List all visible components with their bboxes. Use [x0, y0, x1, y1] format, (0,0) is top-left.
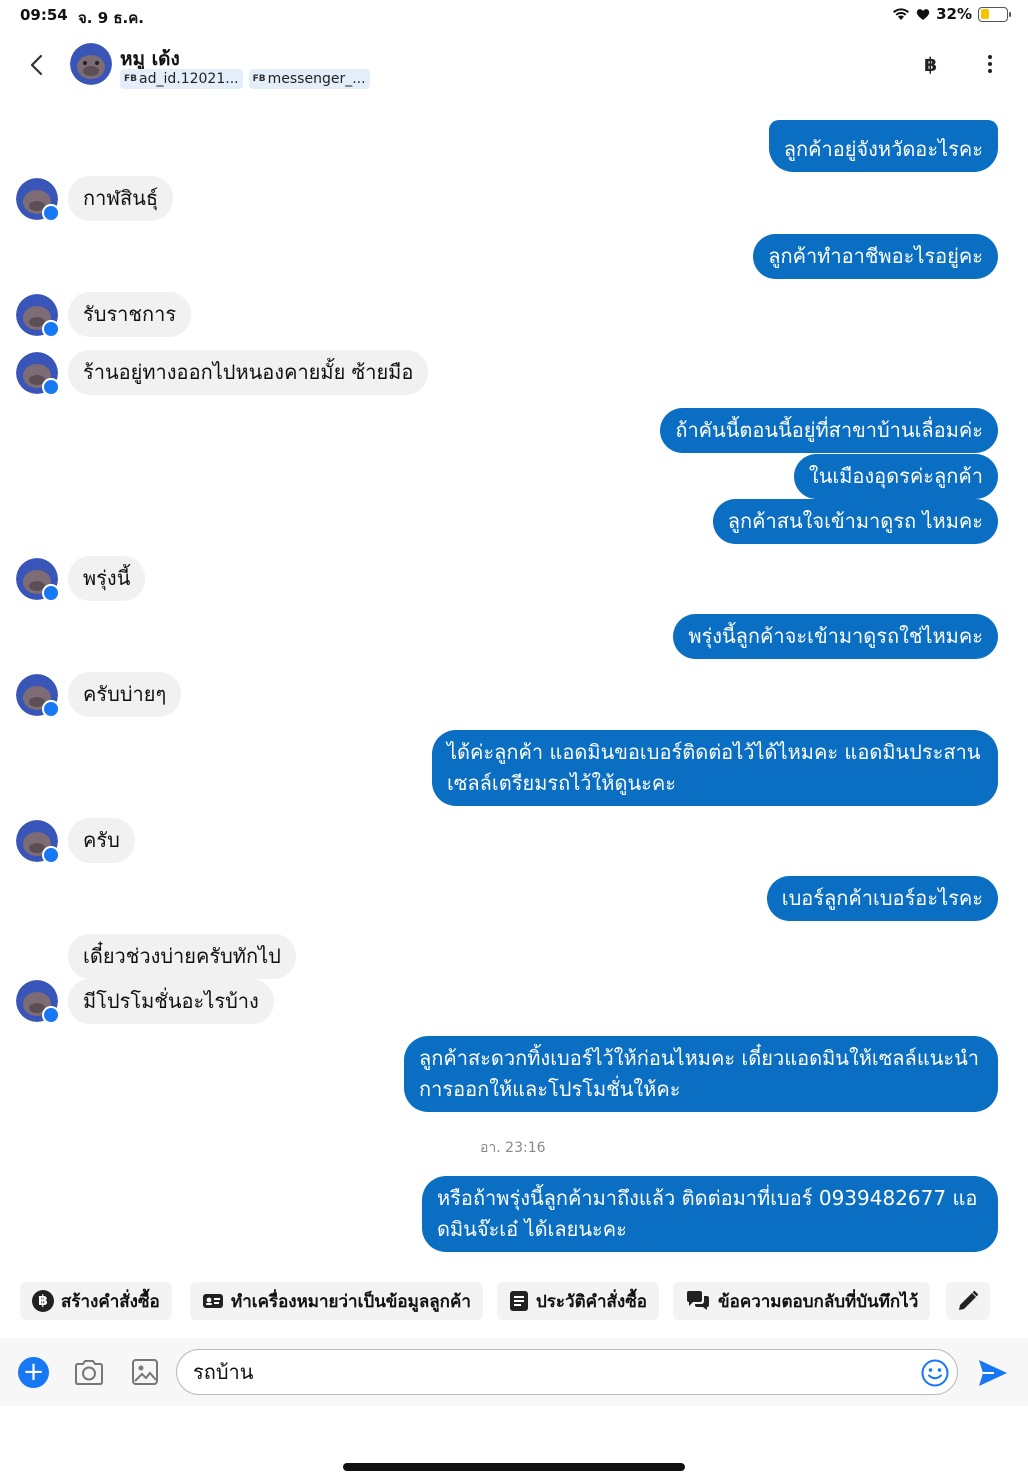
- messenger-icon: [42, 1006, 60, 1024]
- saved-replies-button[interactable]: ข้อความตอบกลับที่บันทึกไว้: [673, 1282, 931, 1320]
- pencil-icon: [959, 1290, 979, 1310]
- outgoing-message[interactable]: ลูกค้าอยู่จังหวัดอะไรคะ: [768, 120, 998, 172]
- status-date: จ. 9 ธ.ค.: [78, 9, 144, 27]
- edit-quick-actions-button[interactable]: [946, 1282, 990, 1320]
- heart-icon: [916, 8, 930, 20]
- emoji-icon[interactable]: [920, 1358, 950, 1388]
- messenger-tag[interactable]: FB messenger_...: [248, 69, 370, 89]
- saved-replies-icon: [687, 1291, 709, 1310]
- home-indicator: [343, 1463, 685, 1471]
- create-order-button[interactable]: ฿ สร้างคำสั่งซื้อ: [20, 1282, 172, 1320]
- order-history-icon: [510, 1291, 528, 1311]
- status-bar: 09:54 จ. 9 ธ.ค. 32%: [0, 0, 1028, 30]
- fb-prefix: FB: [252, 74, 266, 84]
- create-order-label: สร้างคำสั่งซื้อ: [61, 1291, 160, 1312]
- status-time: 09:54: [20, 6, 68, 24]
- message-thread: ลูกค้าอยู่จังหวัดอะไรคะ กาฬสินธุ์ ลูกค้า…: [0, 110, 1028, 1270]
- more-options-icon[interactable]: [978, 50, 1002, 78]
- incoming-message[interactable]: ครับ: [68, 818, 135, 863]
- incoming-message[interactable]: ร้านอยู่ทางออกไปหนองคายมั้ย ซ้ายมือ: [68, 350, 429, 395]
- camera-icon[interactable]: [72, 1356, 106, 1390]
- outgoing-message[interactable]: พรุ่งนี้ลูกค้าจะเข้ามาดูรถใช่ไหมคะ: [673, 614, 998, 659]
- outgoing-message[interactable]: ในเมืองอุดรค่ะลูกค้า: [793, 454, 998, 499]
- mark-customer-info-button[interactable]: ทำเครื่องหมายว่าเป็นข้อมูลลูกค้า: [190, 1282, 483, 1320]
- baht-icon[interactable]: ฿: [924, 54, 937, 76]
- messenger-icon: [42, 584, 60, 602]
- incoming-message[interactable]: ครับบ่ายๆ: [68, 672, 182, 717]
- outgoing-message[interactable]: เบอร์ลูกค้าเบอร์อะไรคะ: [766, 876, 998, 921]
- back-chevron-icon[interactable]: [22, 50, 52, 80]
- ad-id-tag[interactable]: FB ad_id.12021...: [120, 69, 243, 89]
- battery-icon: [978, 6, 1011, 22]
- mark-customer-info-label: ทำเครื่องหมายว่าเป็นข้อมูลลูกค้า: [231, 1291, 471, 1312]
- outgoing-message[interactable]: ลูกค้าทำอาชีพอะไรอยู่คะ: [753, 234, 998, 279]
- order-history-label: ประวัติคำสั่งซื้อ: [536, 1291, 647, 1312]
- messenger-icon: [42, 320, 60, 338]
- messenger-icon: [42, 204, 60, 222]
- tag-label: ad_id.12021...: [139, 71, 239, 87]
- incoming-message[interactable]: กาฬสินธุ์: [68, 176, 174, 221]
- message-input[interactable]: [176, 1349, 958, 1395]
- quick-actions-bar: ฿ สร้างคำสั่งซื้อ ทำเครื่องหมายว่าเป็นข้…: [0, 1280, 1028, 1324]
- send-icon[interactable]: [976, 1356, 1010, 1390]
- incoming-message[interactable]: รับราชการ: [68, 292, 192, 337]
- id-card-icon: [203, 1294, 223, 1308]
- contact-avatar[interactable]: [70, 43, 112, 85]
- saved-replies-label: ข้อความตอบกลับที่บันทึกไว้: [718, 1291, 919, 1312]
- incoming-message[interactable]: พรุ่งนี้: [68, 556, 146, 601]
- outgoing-message[interactable]: ถ้าคันนี้ตอนนี้อยู่ที่สาขาบ้านเลื่อมค่ะ: [660, 408, 998, 453]
- outgoing-message[interactable]: ลูกค้าสะดวกทิ้งเบอร์ไว้ให้ก่อนไหมคะ เดี๋…: [404, 1036, 998, 1112]
- add-icon[interactable]: +: [18, 1357, 49, 1388]
- contact-tags: FB ad_id.12021... FB messenger_...: [120, 69, 370, 89]
- battery-percent: 32%: [936, 5, 972, 23]
- outgoing-message[interactable]: ได้ค่ะลูกค้า แอดมินขอเบอร์ติดต่อไว้ได้ไห…: [432, 730, 998, 806]
- incoming-message[interactable]: เดี๋ยวช่วงบ่ายครับทักไป: [68, 934, 296, 979]
- message-composer: +: [0, 1338, 1028, 1406]
- outgoing-message[interactable]: ลูกค้าสนใจเข้ามาดูรถ ไหมคะ: [712, 499, 998, 544]
- status-indicators: 32%: [892, 5, 1011, 23]
- messenger-icon: [42, 378, 60, 396]
- incoming-message[interactable]: มีโปรโมชั่นอะไรบ้าง: [68, 979, 274, 1024]
- messenger-icon: [42, 846, 60, 864]
- order-history-button[interactable]: ประวัติคำสั่งซื้อ: [497, 1282, 659, 1320]
- message-timestamp: อา. 23:16: [480, 1140, 546, 1156]
- tag-label: messenger_...: [267, 71, 366, 87]
- chat-header: หมู เด้ง FB ad_id.12021... FB messenger_..…: [0, 30, 1028, 110]
- messenger-icon: [42, 700, 60, 718]
- outgoing-message[interactable]: หรือถ้าพรุ่งนี้ลูกค้ามาถึงแล้ว ติดต่อมาท…: [422, 1176, 998, 1252]
- wifi-icon: [893, 8, 910, 20]
- image-icon[interactable]: [130, 1356, 160, 1388]
- baht-circle-icon: ฿: [32, 1290, 54, 1312]
- fb-prefix: FB: [124, 74, 138, 84]
